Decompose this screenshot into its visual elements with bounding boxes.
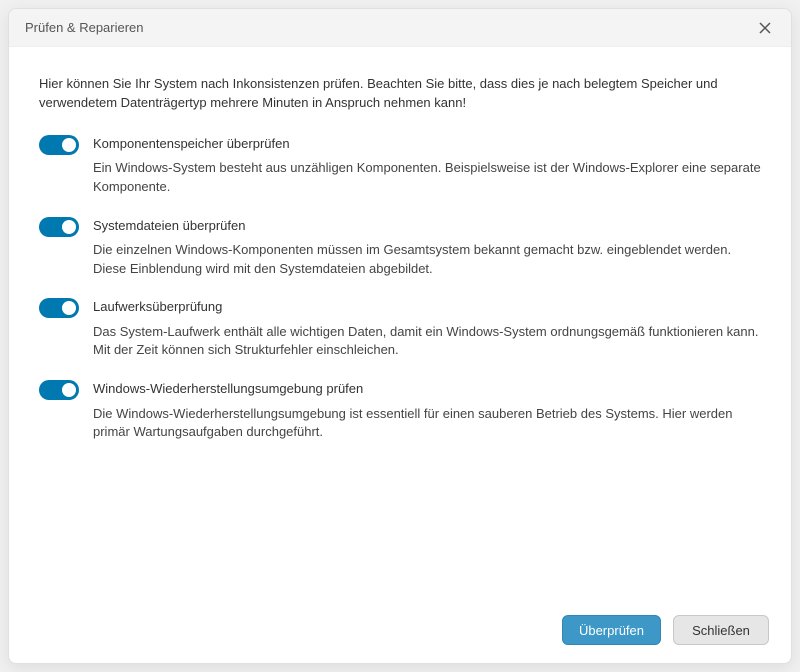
option-drive-check: Laufwerksüberprüfung Das System-Laufwerk… (39, 298, 761, 360)
dialog-title: Prüfen & Reparieren (25, 20, 144, 35)
titlebar: Prüfen & Reparieren (9, 9, 791, 47)
option-desc: Die einzelnen Windows-Komponenten müssen… (93, 241, 761, 279)
toggle-component-store[interactable] (39, 135, 79, 155)
option-system-files: Systemdateien überprüfen Die einzelnen W… (39, 217, 761, 279)
toggle-recovery-env[interactable] (39, 380, 79, 400)
option-text: Windows-Wiederherstellungsumgebung prüfe… (93, 380, 761, 442)
toggle-drive-check[interactable] (39, 298, 79, 318)
dialog-check-repair: Prüfen & Reparieren Hier können Sie Ihr … (8, 8, 792, 664)
option-title: Laufwerksüberprüfung (93, 298, 761, 316)
option-desc: Das System-Laufwerk enthält alle wichtig… (93, 323, 761, 361)
option-title: Windows-Wiederherstellungsumgebung prüfe… (93, 380, 761, 398)
option-recovery-env: Windows-Wiederherstellungsumgebung prüfe… (39, 380, 761, 442)
dialog-content: Hier können Sie Ihr System nach Inkonsis… (9, 47, 791, 603)
option-component-store: Komponentenspeicher überprüfen Ein Windo… (39, 135, 761, 197)
option-desc: Die Windows-Wiederherstellungsumgebung i… (93, 405, 761, 443)
dialog-footer: Überprüfen Schließen (9, 603, 791, 663)
options-list: Komponentenspeicher überprüfen Ein Windo… (39, 135, 761, 443)
option-desc: Ein Windows-System besteht aus unzählige… (93, 159, 761, 197)
option-title: Systemdateien überprüfen (93, 217, 761, 235)
close-dialog-button[interactable]: Schließen (673, 615, 769, 645)
close-icon (759, 22, 771, 34)
option-title: Komponentenspeicher überprüfen (93, 135, 761, 153)
option-text: Laufwerksüberprüfung Das System-Laufwerk… (93, 298, 761, 360)
toggle-system-files[interactable] (39, 217, 79, 237)
option-text: Systemdateien überprüfen Die einzelnen W… (93, 217, 761, 279)
option-text: Komponentenspeicher überprüfen Ein Windo… (93, 135, 761, 197)
close-button[interactable] (751, 14, 779, 42)
check-button[interactable]: Überprüfen (562, 615, 661, 645)
intro-text: Hier können Sie Ihr System nach Inkonsis… (39, 75, 761, 113)
